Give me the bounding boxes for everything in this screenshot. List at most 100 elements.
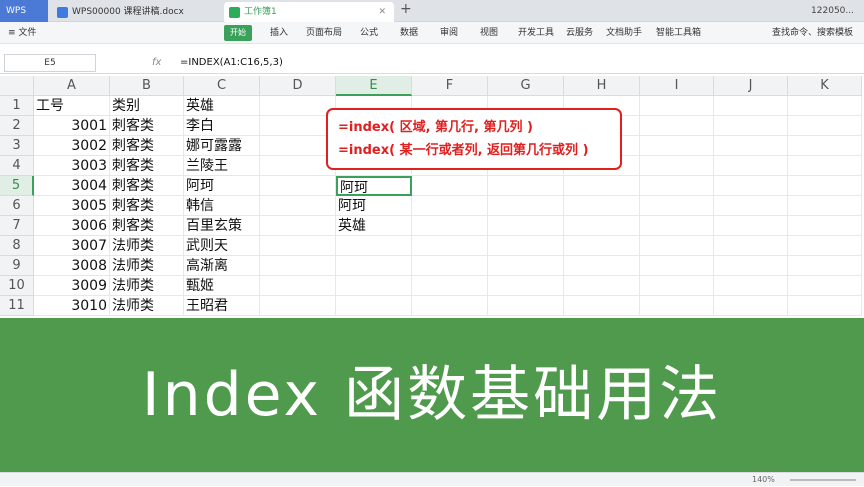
cell-i7[interactable]: [640, 216, 714, 236]
cell-e8[interactable]: [336, 236, 412, 256]
menu-doc-assistant[interactable]: 文档助手: [606, 22, 642, 44]
cell-g5[interactable]: [488, 176, 564, 196]
cell-i9[interactable]: [640, 256, 714, 276]
cell-f9[interactable]: [412, 256, 488, 276]
cell-c9[interactable]: 高渐离: [184, 256, 260, 276]
cell-d4[interactable]: [260, 156, 336, 176]
zoom-slider[interactable]: [790, 479, 856, 481]
tab-workbook[interactable]: 工作簿1 ✕: [224, 2, 394, 22]
cell-f8[interactable]: [412, 236, 488, 256]
cell-j11[interactable]: [714, 296, 788, 316]
cell-b2[interactable]: 刺客类: [110, 116, 184, 136]
column-header-c[interactable]: C: [184, 76, 260, 96]
cell-c5[interactable]: 阿珂: [184, 176, 260, 196]
menu-insert[interactable]: 插入: [270, 22, 288, 44]
column-header-k[interactable]: K: [788, 76, 862, 96]
cell-c7[interactable]: 百里玄策: [184, 216, 260, 236]
cell-i1[interactable]: [640, 96, 714, 116]
formula-input[interactable]: =INDEX(A1:C16,5,3): [180, 54, 283, 72]
cell-c2[interactable]: 李白: [184, 116, 260, 136]
row-header-10[interactable]: 10: [0, 276, 34, 296]
menu-data[interactable]: 数据: [400, 22, 418, 44]
cell-d2[interactable]: [260, 116, 336, 136]
cell-k9[interactable]: [788, 256, 862, 276]
cell-k6[interactable]: [788, 196, 862, 216]
cell-k7[interactable]: [788, 216, 862, 236]
cell-d3[interactable]: [260, 136, 336, 156]
cell-f11[interactable]: [412, 296, 488, 316]
cell-j8[interactable]: [714, 236, 788, 256]
cell-k11[interactable]: [788, 296, 862, 316]
cell-j1[interactable]: [714, 96, 788, 116]
cell-h11[interactable]: [564, 296, 640, 316]
cell-g8[interactable]: [488, 236, 564, 256]
cell-b7[interactable]: 刺客类: [110, 216, 184, 236]
row-header-7[interactable]: 7: [0, 216, 34, 236]
cell-e10[interactable]: [336, 276, 412, 296]
cell-j3[interactable]: [714, 136, 788, 156]
cell-k8[interactable]: [788, 236, 862, 256]
cell-b4[interactable]: 刺客类: [110, 156, 184, 176]
row-header-3[interactable]: 3: [0, 136, 34, 156]
cell-g10[interactable]: [488, 276, 564, 296]
cell-b3[interactable]: 刺客类: [110, 136, 184, 156]
cell-a7[interactable]: 3006: [34, 216, 110, 236]
cell-k10[interactable]: [788, 276, 862, 296]
cell-a11[interactable]: 3010: [34, 296, 110, 316]
cell-c4[interactable]: 兰陵王: [184, 156, 260, 176]
cell-a1[interactable]: 工号: [34, 96, 110, 116]
cell-k5[interactable]: [788, 176, 862, 196]
cell-h9[interactable]: [564, 256, 640, 276]
cell-e5[interactable]: 阿珂: [336, 176, 412, 196]
row-header-1[interactable]: 1: [0, 96, 34, 116]
cell-i2[interactable]: [640, 116, 714, 136]
row-header-8[interactable]: 8: [0, 236, 34, 256]
cell-d9[interactable]: [260, 256, 336, 276]
column-header-j[interactable]: J: [714, 76, 788, 96]
cell-a10[interactable]: 3009: [34, 276, 110, 296]
cell-d5[interactable]: [260, 176, 336, 196]
command-search[interactable]: 查找命令、搜索模板: [772, 22, 853, 44]
cell-c8[interactable]: 武则天: [184, 236, 260, 256]
cell-e6[interactable]: 阿珂: [336, 196, 412, 216]
column-header-i[interactable]: I: [640, 76, 714, 96]
cell-e11[interactable]: [336, 296, 412, 316]
cell-e9[interactable]: [336, 256, 412, 276]
cell-i6[interactable]: [640, 196, 714, 216]
tab-document[interactable]: WPS00000 课程讲稿.docx: [52, 2, 222, 22]
column-header-g[interactable]: G: [488, 76, 564, 96]
menu-cloud[interactable]: 云服务: [566, 22, 593, 44]
cell-f10[interactable]: [412, 276, 488, 296]
row-header-4[interactable]: 4: [0, 156, 34, 176]
cell-f6[interactable]: [412, 196, 488, 216]
cell-b6[interactable]: 刺客类: [110, 196, 184, 216]
cell-i4[interactable]: [640, 156, 714, 176]
cell-i5[interactable]: [640, 176, 714, 196]
cell-b8[interactable]: 法师类: [110, 236, 184, 256]
cell-c10[interactable]: 甄姬: [184, 276, 260, 296]
menu-view[interactable]: 视图: [480, 22, 498, 44]
cell-j5[interactable]: [714, 176, 788, 196]
cell-g7[interactable]: [488, 216, 564, 236]
cell-d11[interactable]: [260, 296, 336, 316]
column-header-f[interactable]: F: [412, 76, 488, 96]
select-all-corner[interactable]: [0, 76, 34, 96]
cell-a2[interactable]: 3001: [34, 116, 110, 136]
cell-b11[interactable]: 法师类: [110, 296, 184, 316]
row-header-2[interactable]: 2: [0, 116, 34, 136]
cell-j4[interactable]: [714, 156, 788, 176]
zoom-level[interactable]: 140%: [752, 473, 775, 487]
cell-j10[interactable]: [714, 276, 788, 296]
column-header-e[interactable]: E: [336, 76, 412, 96]
cell-j7[interactable]: [714, 216, 788, 236]
cell-i3[interactable]: [640, 136, 714, 156]
cell-h6[interactable]: [564, 196, 640, 216]
cell-c3[interactable]: 娜可露露: [184, 136, 260, 156]
cell-g6[interactable]: [488, 196, 564, 216]
cell-h8[interactable]: [564, 236, 640, 256]
cell-b10[interactable]: 法师类: [110, 276, 184, 296]
cell-k3[interactable]: [788, 136, 862, 156]
menu-formula[interactable]: 公式: [360, 22, 378, 44]
cell-a3[interactable]: 3002: [34, 136, 110, 156]
menu-page-layout[interactable]: 页面布局: [306, 22, 342, 44]
